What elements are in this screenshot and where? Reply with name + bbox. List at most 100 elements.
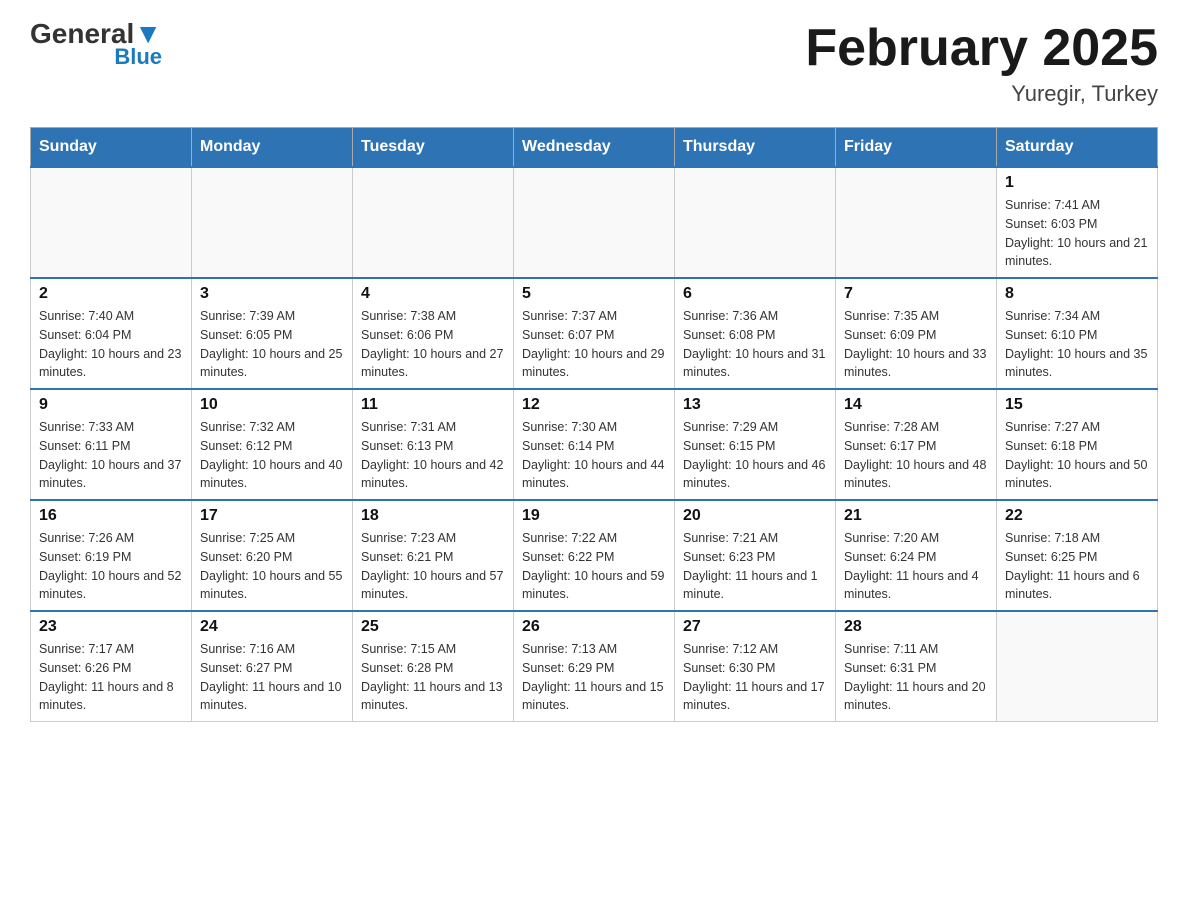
calendar-day-cell — [997, 611, 1158, 722]
day-info: Sunrise: 7:21 AMSunset: 6:23 PMDaylight:… — [683, 529, 827, 604]
calendar-day-cell: 18Sunrise: 7:23 AMSunset: 6:21 PMDayligh… — [353, 500, 514, 611]
day-info: Sunrise: 7:25 AMSunset: 6:20 PMDaylight:… — [200, 529, 344, 604]
day-info: Sunrise: 7:38 AMSunset: 6:06 PMDaylight:… — [361, 307, 505, 382]
day-info: Sunrise: 7:12 AMSunset: 6:30 PMDaylight:… — [683, 640, 827, 715]
calendar-day-cell: 7 Sunrise: 7:35 AMSunset: 6:09 PMDaylight… — [836, 278, 997, 389]
day-info: Sunrise: 7:35 AMSunset: 6:09 PMDaylight:… — [844, 307, 988, 382]
calendar-day-cell: 3 Sunrise: 7:39 AMSunset: 6:05 PMDaylight… — [192, 278, 353, 389]
calendar-day-cell: 13 Sunrise: 7:29 AMSunset: 6:15 PMDayligh… — [675, 389, 836, 500]
col-tuesday: Tuesday — [353, 128, 514, 168]
calendar-week-row: 16Sunrise: 7:26 AMSunset: 6:19 PMDayligh… — [31, 500, 1158, 611]
day-info: Sunrise: 7:17 AMSunset: 6:26 PMDaylight:… — [39, 640, 183, 715]
calendar-week-row: 2 Sunrise: 7:40 AMSunset: 6:04 PMDaylight… — [31, 278, 1158, 389]
day-info: Sunrise: 7:18 AMSunset: 6:25 PMDaylight:… — [1005, 529, 1149, 604]
title-block: February 2025 Yuregir, Turkey — [805, 20, 1158, 107]
col-wednesday: Wednesday — [514, 128, 675, 168]
day-number: 15 — [1005, 396, 1149, 414]
day-info: Sunrise: 7:32 AMSunset: 6:12 PMDaylight:… — [200, 418, 344, 493]
day-number: 18 — [361, 507, 505, 525]
calendar-day-cell: 20 Sunrise: 7:21 AMSunset: 6:23 PMDayligh… — [675, 500, 836, 611]
day-number: 8 — [1005, 285, 1149, 303]
day-info: Sunrise: 7:16 AMSunset: 6:27 PMDaylight:… — [200, 640, 344, 715]
page-header: General▼ Blue February 2025 Yuregir, Tur… — [30, 20, 1158, 107]
calendar-day-cell: 19 Sunrise: 7:22 AMSunset: 6:22 PMDayligh… — [514, 500, 675, 611]
calendar-day-cell: 22Sunrise: 7:18 AMSunset: 6:25 PMDayligh… — [997, 500, 1158, 611]
day-info: Sunrise: 7:40 AMSunset: 6:04 PMDaylight:… — [39, 307, 183, 382]
day-info: Sunrise: 7:36 AMSunset: 6:08 PMDaylight:… — [683, 307, 827, 382]
day-number: 1 — [1005, 174, 1149, 192]
day-number: 9 — [39, 396, 183, 414]
col-sunday: Sunday — [31, 128, 192, 168]
day-number: 13 — [683, 396, 827, 414]
day-info: Sunrise: 7:30 AMSunset: 6:14 PMDaylight:… — [522, 418, 666, 493]
calendar-week-row: 23 Sunrise: 7:17 AMSunset: 6:26 PMDayligh… — [31, 611, 1158, 722]
col-thursday: Thursday — [675, 128, 836, 168]
day-number: 14 — [844, 396, 988, 414]
day-number: 23 — [39, 618, 183, 636]
day-info: Sunrise: 7:11 AMSunset: 6:31 PMDaylight:… — [844, 640, 988, 715]
day-number: 25 — [361, 618, 505, 636]
calendar-day-cell: 6 Sunrise: 7:36 AMSunset: 6:08 PMDaylight… — [675, 278, 836, 389]
day-number: 24 — [200, 618, 344, 636]
day-number: 20 — [683, 507, 827, 525]
day-info: Sunrise: 7:29 AMSunset: 6:15 PMDaylight:… — [683, 418, 827, 493]
calendar-day-cell — [675, 167, 836, 278]
day-info: Sunrise: 7:15 AMSunset: 6:28 PMDaylight:… — [361, 640, 505, 715]
calendar-day-cell: 12 Sunrise: 7:30 AMSunset: 6:14 PMDayligh… — [514, 389, 675, 500]
day-number: 26 — [522, 618, 666, 636]
calendar-day-cell: 16Sunrise: 7:26 AMSunset: 6:19 PMDayligh… — [31, 500, 192, 611]
day-number: 12 — [522, 396, 666, 414]
calendar-day-cell: 9Sunrise: 7:33 AMSunset: 6:11 PMDaylight… — [31, 389, 192, 500]
calendar-day-cell — [836, 167, 997, 278]
day-number: 6 — [683, 285, 827, 303]
logo: General▼ Blue — [30, 20, 162, 70]
calendar-day-cell: 4Sunrise: 7:38 AMSunset: 6:06 PMDaylight… — [353, 278, 514, 389]
day-info: Sunrise: 7:41 AMSunset: 6:03 PMDaylight:… — [1005, 196, 1149, 271]
day-number: 17 — [200, 507, 344, 525]
day-info: Sunrise: 7:34 AMSunset: 6:10 PMDaylight:… — [1005, 307, 1149, 382]
day-number: 2 — [39, 285, 183, 303]
calendar-day-cell: 27 Sunrise: 7:12 AMSunset: 6:30 PMDayligh… — [675, 611, 836, 722]
calendar-day-cell: 17 Sunrise: 7:25 AMSunset: 6:20 PMDayligh… — [192, 500, 353, 611]
day-info: Sunrise: 7:39 AMSunset: 6:05 PMDaylight:… — [200, 307, 344, 382]
calendar-day-cell: 14Sunrise: 7:28 AMSunset: 6:17 PMDayligh… — [836, 389, 997, 500]
calendar-week-row: 1 Sunrise: 7:41 AMSunset: 6:03 PMDaylight… — [31, 167, 1158, 278]
col-saturday: Saturday — [997, 128, 1158, 168]
calendar-day-cell: 11 Sunrise: 7:31 AMSunset: 6:13 PMDayligh… — [353, 389, 514, 500]
calendar-day-cell: 1 Sunrise: 7:41 AMSunset: 6:03 PMDaylight… — [997, 167, 1158, 278]
col-friday: Friday — [836, 128, 997, 168]
calendar-day-cell: 10 Sunrise: 7:32 AMSunset: 6:12 PMDayligh… — [192, 389, 353, 500]
calendar-week-row: 9Sunrise: 7:33 AMSunset: 6:11 PMDaylight… — [31, 389, 1158, 500]
day-info: Sunrise: 7:22 AMSunset: 6:22 PMDaylight:… — [522, 529, 666, 604]
day-info: Sunrise: 7:26 AMSunset: 6:19 PMDaylight:… — [39, 529, 183, 604]
day-number: 27 — [683, 618, 827, 636]
day-number: 3 — [200, 285, 344, 303]
calendar-day-cell — [353, 167, 514, 278]
calendar-day-cell: 26 Sunrise: 7:13 AMSunset: 6:29 PMDayligh… — [514, 611, 675, 722]
day-number: 10 — [200, 396, 344, 414]
calendar-day-cell — [192, 167, 353, 278]
day-number: 7 — [844, 285, 988, 303]
calendar-day-cell — [31, 167, 192, 278]
calendar-day-cell: 15 Sunrise: 7:27 AMSunset: 6:18 PMDayligh… — [997, 389, 1158, 500]
day-info: Sunrise: 7:37 AMSunset: 6:07 PMDaylight:… — [522, 307, 666, 382]
day-info: Sunrise: 7:13 AMSunset: 6:29 PMDaylight:… — [522, 640, 666, 715]
day-info: Sunrise: 7:20 AMSunset: 6:24 PMDaylight:… — [844, 529, 988, 604]
day-info: Sunrise: 7:27 AMSunset: 6:18 PMDaylight:… — [1005, 418, 1149, 493]
month-title: February 2025 — [805, 20, 1158, 77]
calendar-day-cell: 5 Sunrise: 7:37 AMSunset: 6:07 PMDaylight… — [514, 278, 675, 389]
calendar-day-cell: 28 Sunrise: 7:11 AMSunset: 6:31 PMDayligh… — [836, 611, 997, 722]
day-info: Sunrise: 7:31 AMSunset: 6:13 PMDaylight:… — [361, 418, 505, 493]
calendar-day-cell: 25 Sunrise: 7:15 AMSunset: 6:28 PMDayligh… — [353, 611, 514, 722]
calendar-header-row: Sunday Monday Tuesday Wednesday Thursday… — [31, 128, 1158, 168]
day-number: 5 — [522, 285, 666, 303]
calendar-day-cell: 8 Sunrise: 7:34 AMSunset: 6:10 PMDaylight… — [997, 278, 1158, 389]
day-number: 19 — [522, 507, 666, 525]
day-number: 28 — [844, 618, 988, 636]
location: Yuregir, Turkey — [805, 81, 1158, 107]
calendar-table: Sunday Monday Tuesday Wednesday Thursday… — [30, 127, 1158, 722]
logo-blue-text: Blue — [114, 44, 162, 70]
calendar-day-cell: 2 Sunrise: 7:40 AMSunset: 6:04 PMDaylight… — [31, 278, 192, 389]
day-number: 21 — [844, 507, 988, 525]
day-number: 11 — [361, 396, 505, 414]
